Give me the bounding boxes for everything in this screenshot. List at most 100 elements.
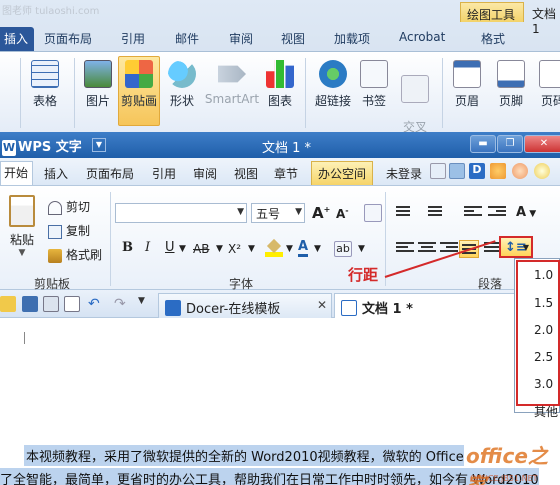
superscript-button[interactable]: X² xyxy=(228,242,241,256)
word-tab-format[interactable]: 格式 xyxy=(481,30,505,47)
bookmark-icon xyxy=(360,60,388,88)
line-spacing-option-3-0[interactable]: 3.0 xyxy=(534,377,553,391)
word-hyperlink-button[interactable]: 超链接 xyxy=(313,60,353,109)
word-tab-references[interactable]: 引用 xyxy=(121,30,145,47)
tab-office-space[interactable]: 办公空间 xyxy=(311,161,374,185)
line-spacing-option-more[interactable]: 其他 xyxy=(534,403,558,420)
context-tab-drawing-tools[interactable]: 绘图工具 xyxy=(460,2,524,22)
restore-button[interactable]: ❐ xyxy=(497,135,523,153)
highlight-button[interactable] xyxy=(265,238,283,257)
tab-chapter[interactable]: 章节 xyxy=(274,165,298,182)
numbering-button[interactable] xyxy=(428,206,446,222)
word-table-button[interactable]: 表格 xyxy=(28,60,62,109)
italic-button[interactable]: I xyxy=(145,240,150,255)
word-header-label: 页眉 xyxy=(454,94,479,108)
cut-button[interactable]: 剪切 xyxy=(48,198,90,215)
minimize-button[interactable]: ▬ xyxy=(470,135,496,153)
font-color-dropdown-icon[interactable]: ▼ xyxy=(314,244,321,254)
tab-review[interactable]: 审阅 xyxy=(193,165,217,182)
close-tab-docer-icon[interactable]: ✕ xyxy=(317,298,327,312)
print-preview-icon[interactable] xyxy=(64,296,80,312)
tab-page-layout[interactable]: 页面布局 xyxy=(86,165,134,182)
highlight-dropdown-icon[interactable]: ▼ xyxy=(286,244,293,254)
word-picture-button[interactable]: 图片 xyxy=(82,60,114,109)
font-size-value: 五号 xyxy=(256,207,281,221)
font-name-dropdown-icon: ▼ xyxy=(237,207,244,217)
word-clipart-button[interactable]: 剪贴画 xyxy=(118,56,160,126)
tab-references[interactable]: 引用 xyxy=(152,165,176,182)
word-header-button[interactable]: 页眉 xyxy=(452,60,482,109)
copy-label: 复制 xyxy=(66,224,91,238)
char-border-button[interactable]: ab xyxy=(334,241,352,257)
cut-label: 剪切 xyxy=(66,200,91,214)
word-footer-button[interactable]: 页脚 xyxy=(496,60,526,109)
word-tab-mailings[interactable]: 邮件 xyxy=(175,30,199,47)
paste-button[interactable]: 粘贴 ▼ xyxy=(7,195,37,258)
format-painter-button[interactable]: 格式刷 xyxy=(48,246,102,263)
line-spacing-option-2-5[interactable]: 2.5 xyxy=(534,350,553,364)
line-spacing-option-1-0[interactable]: 1.0 xyxy=(534,268,553,282)
line-spacing-option-2-0[interactable]: 2.0 xyxy=(534,323,553,337)
word-footer-label: 页脚 xyxy=(498,94,523,108)
redo-icon[interactable]: ↷ xyxy=(114,296,130,312)
wps-menu-dropdown[interactable]: ▼ xyxy=(92,138,106,152)
font-size-dropdown-icon: ▼ xyxy=(295,207,302,217)
line-spacing-button[interactable]: ↕≡ ▼ xyxy=(499,236,533,258)
save-icon[interactable] xyxy=(22,296,38,312)
shapes-icon xyxy=(168,60,196,88)
word-tab-acrobat[interactable]: Acrobat xyxy=(399,30,445,44)
document-text-line-1[interactable]: 本视频教程，采用了微软提供的全新的 Word2010视频教程，微软的 Offic… xyxy=(24,445,464,466)
login-status[interactable]: 未登录 xyxy=(386,165,422,182)
align-center-button[interactable] xyxy=(418,242,436,258)
underline-button[interactable]: U xyxy=(165,240,175,255)
decrease-indent-button[interactable] xyxy=(464,206,482,222)
word-shapes-button[interactable]: 形状 xyxy=(166,60,198,109)
word-tab-view[interactable]: 视图 xyxy=(281,30,305,47)
char-border-dropdown-icon[interactable]: ▼ xyxy=(358,244,365,254)
tab-home[interactable]: 开始 xyxy=(0,161,34,185)
word-tab-insert[interactable]: 插入 xyxy=(0,27,35,51)
line-spacing-option-1-5[interactable]: 1.5 xyxy=(534,296,553,310)
wps-app-menu[interactable]: W WPS 文字 xyxy=(2,136,82,156)
align-left-button[interactable] xyxy=(396,242,414,258)
underline-dropdown-icon[interactable]: ▼ xyxy=(179,244,186,254)
clear-format-button[interactable] xyxy=(364,204,382,222)
word-tab-review[interactable]: 审阅 xyxy=(229,30,253,47)
increase-indent-button[interactable] xyxy=(488,206,506,222)
shirt-icon[interactable] xyxy=(449,163,465,179)
bold-button[interactable]: B xyxy=(122,240,133,255)
word-tab-page-layout[interactable]: 页面布局 xyxy=(44,30,92,47)
tools-icon[interactable] xyxy=(490,163,506,179)
word-chart-button[interactable]: 图表 xyxy=(265,60,295,109)
print-icon[interactable] xyxy=(43,296,59,312)
docer-icon[interactable]: D xyxy=(469,163,485,179)
copy-button[interactable]: 复制 xyxy=(48,222,90,239)
paste-dropdown-arrow[interactable]: ▼ xyxy=(7,248,37,258)
user-avatar-icon[interactable] xyxy=(512,163,528,179)
text-direction-button[interactable]: A ▼ xyxy=(516,205,536,220)
strikethrough-button[interactable]: AB xyxy=(193,242,209,256)
undo-icon[interactable]: ↶ xyxy=(88,296,104,312)
font-size-select[interactable]: 五号 ▼ xyxy=(251,203,305,223)
emoji-icon[interactable] xyxy=(534,163,550,179)
strikethrough-dropdown-icon[interactable]: ▼ xyxy=(216,244,223,254)
document-text-line-2[interactable]: 了全智能，最简单，更省时的办公工具，帮助我们在日常工作中时时领先，如今有 Wor… xyxy=(0,468,539,485)
tab-view[interactable]: 视图 xyxy=(234,165,258,182)
doc-tab-docer[interactable]: Docer-在线模板 ✕ xyxy=(158,293,332,318)
open-folder-icon[interactable] xyxy=(0,296,16,312)
word-page-number-button[interactable]: 页码 xyxy=(538,60,560,109)
close-button[interactable]: ✕ xyxy=(524,135,560,153)
grow-font-button[interactable]: A+ xyxy=(312,204,330,222)
word-smartart-button[interactable]: SmartArt xyxy=(204,60,260,106)
quick-access-dropdown-icon[interactable]: ▼ xyxy=(138,296,154,312)
font-name-select[interactable]: ▼ xyxy=(115,203,247,223)
word-bookmark-button[interactable]: 书签 xyxy=(359,60,389,109)
superscript-dropdown-icon[interactable]: ▼ xyxy=(248,244,255,254)
font-color-button[interactable]: A xyxy=(298,240,309,257)
skin-icon[interactable] xyxy=(430,163,446,179)
word-tab-addins[interactable]: 加载项 xyxy=(334,30,370,47)
tab-insert[interactable]: 插入 xyxy=(44,165,68,182)
shrink-font-button[interactable]: A- xyxy=(336,206,349,221)
word-hyperlink-label: 超链接 xyxy=(314,94,351,108)
bullets-button[interactable] xyxy=(396,206,414,222)
